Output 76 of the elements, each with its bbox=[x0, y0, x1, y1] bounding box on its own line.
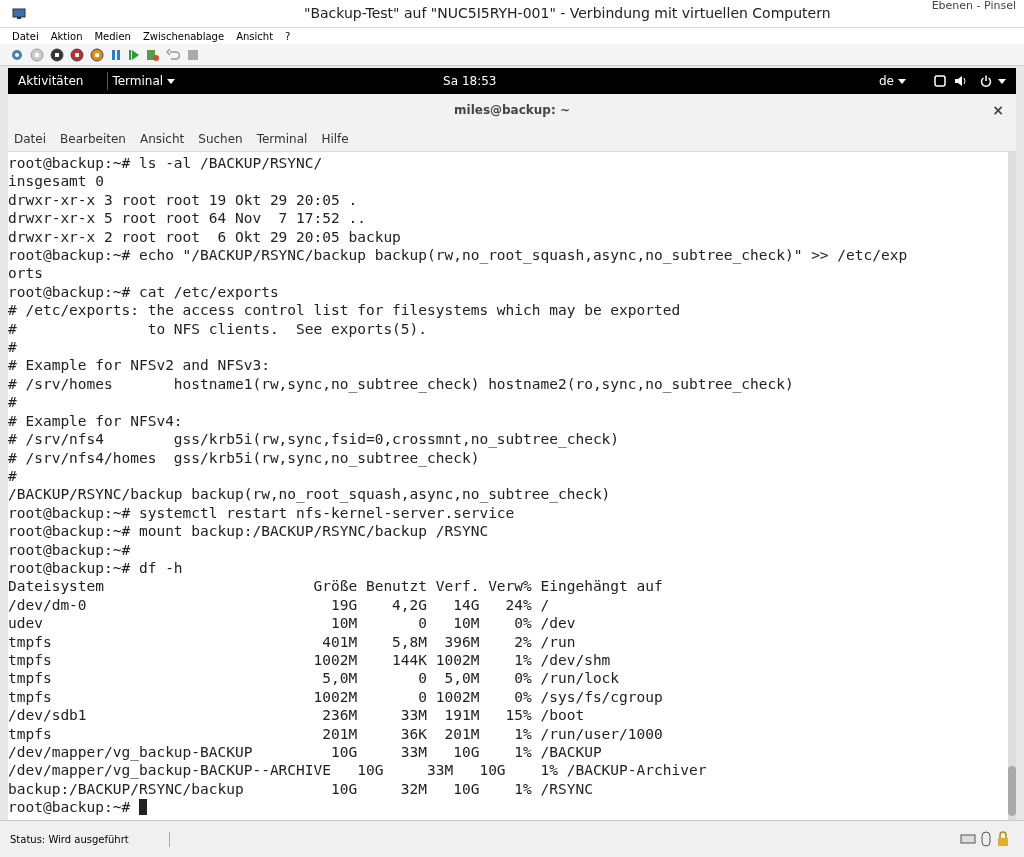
caret-icon bbox=[998, 78, 1006, 84]
window-icon[interactable] bbox=[934, 75, 946, 87]
terminal-line: # Example for NFSv2 and NFSv3: bbox=[8, 357, 270, 374]
window-title: "Backup-Test" auf "NUC5I5RYH-001" - Verbindung mit virtuellen Computern bbox=[304, 4, 831, 23]
terminal-line: tmpfs 5,0M 0 5,0M 0% /run/lock bbox=[8, 670, 620, 687]
terminal-line: # /etc/exports: the access control list for filesystems which may be exported bbox=[8, 302, 681, 319]
power-icon[interactable] bbox=[90, 47, 104, 62]
terminal-line: insgesamt 0 bbox=[8, 173, 105, 190]
terminal-line: drwxr-xr-x 3 root root 19 Okt 29 20:05 . bbox=[8, 191, 358, 208]
status-text: Status: Wird ausgeführt bbox=[0, 831, 170, 847]
terminal-line: /dev/sdb1 236M 33M 191M 15% /boot bbox=[8, 707, 585, 724]
terminal-title: miles@backup: ~ bbox=[454, 102, 570, 119]
start-icon[interactable] bbox=[30, 47, 44, 62]
terminal-line: # Example for NFSv4: bbox=[8, 412, 183, 429]
pause-icon[interactable] bbox=[110, 47, 122, 62]
terminal-line: orts bbox=[8, 265, 43, 282]
terminal-line: # /srv/nfs4 gss/krb5i(rw,sync,fsid=0,crossmnt,no_subtree_check) bbox=[8, 431, 620, 448]
menu-item[interactable]: Hilfe bbox=[321, 129, 349, 148]
terminal-line: # bbox=[8, 467, 17, 484]
terminal-line: # bbox=[8, 339, 17, 356]
caret-icon bbox=[898, 78, 906, 84]
terminal-line: udev 10M 0 10M 0% /dev bbox=[8, 615, 576, 632]
menu-item[interactable]: Bearbeiten bbox=[60, 129, 126, 148]
terminal-line: tmpfs 1002M 0 1002M 0% /sys/fs/cgroup bbox=[8, 688, 663, 705]
power-off-icon[interactable] bbox=[70, 47, 84, 62]
keyboard-icon bbox=[960, 833, 976, 845]
terminal-app-menu[interactable]: Terminal bbox=[107, 72, 176, 90]
menu-item[interactable]: Ansicht bbox=[236, 28, 274, 44]
menu-item[interactable]: Zwischenablage bbox=[142, 28, 225, 44]
background-window-title: Ebenen - Pinsel bbox=[931, 0, 1016, 12]
terminal-line: root@backup:~# bbox=[8, 541, 131, 558]
terminal-line: # /srv/nfs4/homes gss/krb5i(rw,sync,no_subtree_check) bbox=[8, 449, 480, 466]
terminal-line: /dev/mapper/vg_backup-BACKUP--ARCHIVE 10G 33M 10G 1% /BACKUP-Archiver bbox=[8, 762, 707, 779]
close-button[interactable]: × bbox=[992, 99, 1004, 121]
cursor-icon bbox=[139, 799, 148, 816]
play-icon[interactable] bbox=[128, 47, 140, 62]
terminal-line: # /srv/homes hostname1(rw,sync,no_subtree_check) hostname2(ro,sync,no_subtree_check) bbox=[8, 375, 794, 392]
terminal-line: drwxr-xr-x 5 root root 64 Nov 7 17:52 .. bbox=[8, 210, 366, 227]
terminal-line: root@backup:~# cat /etc/exports bbox=[8, 283, 279, 300]
terminal-line: drwxr-xr-x 2 root root 6 Okt 29 20:05 backup bbox=[8, 228, 401, 245]
menu-item[interactable]: Medien bbox=[94, 28, 131, 44]
terminal-line: # to NFS clients. See exports(5). bbox=[8, 320, 428, 337]
terminal-line: root@backup:~# echo "/BACKUP/RSYNC/backup backup(rw,no_root_squash,async,no_subtree_check)" >> /etc/exp bbox=[8, 247, 908, 264]
monitor-icon bbox=[12, 7, 26, 20]
snapshot-icon[interactable] bbox=[146, 47, 160, 62]
clock[interactable]: Sa 18:53 bbox=[443, 72, 497, 90]
volume-icon[interactable] bbox=[954, 75, 968, 87]
terminal-line: # bbox=[8, 394, 17, 411]
menu-item[interactable]: Aktion bbox=[50, 28, 83, 44]
terminal-line: /BACKUP/RSYNC/backup backup(rw,no_root_squash,async,no_subtree_check) bbox=[8, 486, 611, 503]
terminal-prompt: root@backup:~# bbox=[8, 798, 131, 817]
terminal-line: backup:/BACKUP/RSYNC/backup 10G 32M 10G 1% /RSYNC bbox=[8, 780, 593, 797]
terminal-line: /dev/dm-0 19G 4,2G 14G 24% / bbox=[8, 596, 550, 613]
menu-item[interactable]: Terminal bbox=[256, 129, 308, 148]
menu-item[interactable]: Suchen bbox=[198, 129, 243, 148]
lock-icon bbox=[996, 831, 1010, 847]
terminal-line: root@backup:~# systemctl restart nfs-kernel-server.service bbox=[8, 504, 515, 521]
menu-item[interactable]: Ansicht bbox=[139, 129, 185, 148]
caret-icon bbox=[167, 78, 176, 84]
menu-item[interactable]: ? bbox=[285, 28, 291, 44]
terminal-line: root@backup:~# ls -al /BACKUP/RSYNC/ bbox=[8, 155, 323, 171]
activities-button[interactable]: Aktivitäten bbox=[8, 72, 94, 90]
stop-icon[interactable] bbox=[50, 47, 64, 62]
terminal-line: root@backup:~# df -h bbox=[8, 559, 183, 576]
keyboard-layout[interactable]: de bbox=[879, 72, 906, 90]
terminal-line: Dateisystem Größe Benutzt Verf. Verw% Eingehängt auf bbox=[8, 578, 663, 595]
terminal-line: tmpfs 1002M 144K 1002M 1% /dev/shm bbox=[8, 651, 611, 668]
mouse-icon bbox=[980, 831, 992, 847]
terminal-line: tmpfs 401M 5,8M 396M 2% /run bbox=[8, 633, 576, 650]
undo-icon[interactable] bbox=[166, 47, 180, 62]
terminal-line: root@backup:~# mount backup:/BACKUP/RSYNC/backup /RSYNC bbox=[8, 523, 489, 540]
power-icon[interactable] bbox=[980, 75, 992, 87]
terminal-line: /dev/mapper/vg_backup-BACKUP 10G 33M 10G 1% /BACKUP bbox=[8, 744, 602, 760]
menu-item[interactable]: Datei bbox=[14, 129, 46, 148]
menu-item[interactable]: Datei bbox=[12, 28, 39, 44]
terminal-line: tmpfs 201M 36K 201M 1% /run/user/1000 bbox=[8, 725, 663, 742]
